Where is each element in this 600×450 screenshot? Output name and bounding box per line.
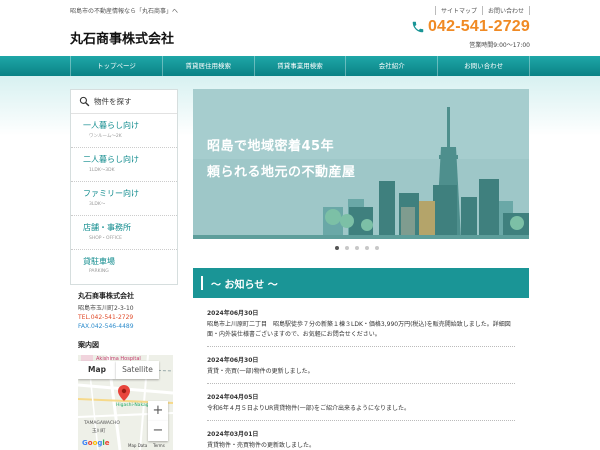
contact-link[interactable]: お問い合わせ <box>481 6 530 15</box>
category-single[interactable]: 一人暮らし向け ワンルーム〜2K <box>71 114 177 148</box>
news-section: ～ お知らせ ～ 2024年06月30日 昭島市上川原町二丁目 昭島駅徒歩７分の… <box>193 268 529 450</box>
company-contact: 丸石商事株式会社 昭島市玉川町2-3-10 TEL.042-541-2729 F… <box>78 291 178 330</box>
zoom-out-button[interactable]: − <box>148 421 168 441</box>
phone-icon <box>412 21 424 33</box>
site-tagline: 昭島市の不動産情報なら「丸石商事」へ <box>70 8 179 15</box>
news-body: 賃貸・売買(一部)物件の更新しました。 <box>207 368 314 375</box>
header-phone: 042-541-2729 <box>411 18 530 36</box>
map-terms-link[interactable]: Terms <box>153 443 165 448</box>
hero-headline-2: 頼られる地元の不動産屋 <box>207 165 356 180</box>
sidebar-heading-label: 物件を探す <box>94 97 132 106</box>
news-date: 2024年06月30日 <box>207 357 259 364</box>
site-header: 昭島市の不動産情報なら「丸石商事」へ 丸石商事株式会社 サイトマップ お問い合わ… <box>0 0 600 56</box>
category-parking[interactable]: 貸駐車場 PARKING <box>71 250 177 284</box>
google-logo: Google <box>82 439 110 447</box>
zoom-in-button[interactable]: + <box>148 401 168 421</box>
hero-headline-1: 昭島で地域密着45年 <box>207 139 335 154</box>
sitemap-link[interactable]: サイトマップ <box>434 6 482 15</box>
business-hours: 営業時間9:00～17:00 <box>469 42 530 49</box>
property-search-sidebar: 物件を探す 一人暮らし向け ワンルーム〜2K 二人暮らし向け 1LDK〜3DK … <box>70 89 178 285</box>
news-header: ～ お知らせ ～ <box>193 268 529 298</box>
category-title: ファミリー向け <box>83 189 139 198</box>
news-header-bar <box>201 276 203 290</box>
category-family[interactable]: ファミリー向け 3LDK〜 <box>71 182 177 216</box>
contact-tel: TEL.042-541-2729 <box>78 314 134 321</box>
news-item: 2024年06月30日 昭島市上川原町二丁目 昭島駅徒歩７分の新築１棟３LDK・… <box>207 308 515 347</box>
news-body: 令和6年４月５日よりUR賃貸物件(一部)をご紹介出来るようになりました。 <box>207 405 410 412</box>
nav-residential-search[interactable]: 賃貸居住用検索 <box>161 56 254 76</box>
news-item: 2024年03月01日 賃貸物件・売買物件の更新致しました。 <box>207 429 515 450</box>
header-links: サイトマップ お問い合わせ <box>434 6 530 15</box>
map-label-district-jp: 玉川町 <box>92 429 106 434</box>
map-tab-map[interactable]: Map <box>78 361 116 379</box>
slide-dot[interactable] <box>375 246 379 250</box>
site-title[interactable]: 丸石商事株式会社 <box>70 28 174 47</box>
category-title: 二人暮らし向け <box>83 155 139 164</box>
sidebar-heading: 物件を探す <box>71 90 177 114</box>
news-item: 2024年06月30日 賃貸・売買(一部)物件の更新しました。 <box>207 355 515 384</box>
category-subtitle: PARKING <box>89 269 109 274</box>
category-shop-office[interactable]: 店舗・事務所 SHOP・OFFICE <box>71 216 177 250</box>
contact-fax: FAX.042-546-4489 <box>78 323 134 330</box>
map-heading: 案内図 <box>78 341 99 349</box>
category-title: 一人暮らし向け <box>83 121 139 130</box>
map-pin-icon[interactable] <box>118 385 130 401</box>
map-label-district: TAMAGAWACHO <box>84 421 120 426</box>
contact-address: 昭島市玉川町2-3-10 <box>78 305 134 312</box>
category-subtitle: 3LDK〜 <box>89 202 106 207</box>
hero-slideshow[interactable]: 昭島で地域密着45年 頼られる地元の不動産屋 <box>193 89 529 239</box>
category-couple[interactable]: 二人暮らし向け 1LDK〜3DK <box>71 148 177 182</box>
news-title: ～ お知らせ ～ <box>211 279 278 291</box>
map-data-link[interactable]: Map Data <box>128 443 147 448</box>
slide-dot[interactable] <box>345 246 349 250</box>
category-title: 店舗・事務所 <box>83 223 131 232</box>
news-date: 2024年06月30日 <box>207 310 259 317</box>
category-subtitle: ワンルーム〜2K <box>89 134 122 139</box>
news-date: 2024年03月01日 <box>207 431 259 438</box>
nav-contact[interactable]: お問い合わせ <box>437 56 530 76</box>
news-item: 2024年04月05日 令和6年４月５日よりUR賃貸物件(一部)をご紹介出来るよ… <box>207 392 515 421</box>
map-tab-satellite[interactable]: Satellite <box>116 361 159 379</box>
contact-company-name: 丸石商事株式会社 <box>78 292 134 300</box>
search-icon <box>79 96 90 107</box>
phone-number[interactable]: 042-541-2729 <box>428 18 530 36</box>
nav-top[interactable]: トップページ <box>70 56 162 76</box>
nav-company[interactable]: 会社紹介 <box>345 56 437 76</box>
news-body: 昭島市上川原町二丁目 昭島駅徒歩７分の新築１棟３LDK・価格3,990万円(税込… <box>207 321 511 338</box>
slide-dot[interactable] <box>365 246 369 250</box>
slide-dot[interactable] <box>335 246 339 250</box>
news-date: 2024年04月05日 <box>207 394 259 401</box>
slideshow-indicators <box>335 246 385 250</box>
news-body: 賃貸物件・売買物件の更新致しました。 <box>207 442 316 449</box>
slide-dot[interactable] <box>355 246 359 250</box>
category-subtitle: SHOP・OFFICE <box>89 236 123 241</box>
category-title: 貸駐車場 <box>83 257 115 266</box>
news-list: 2024年06月30日 昭島市上川原町二丁目 昭島駅徒歩７分の新築１棟３LDK・… <box>193 298 529 450</box>
main-nav: トップページ 賃貸居住用検索 賃貸事業用検索 会社紹介 お問い合わせ <box>0 56 600 76</box>
access-map[interactable]: Akishima Hospital TAMAGAWACHO 玉川町 Higash… <box>78 355 173 450</box>
nav-business-search[interactable]: 賃貸事業用検索 <box>253 56 346 76</box>
category-subtitle: 1LDK〜3DK <box>89 168 115 173</box>
